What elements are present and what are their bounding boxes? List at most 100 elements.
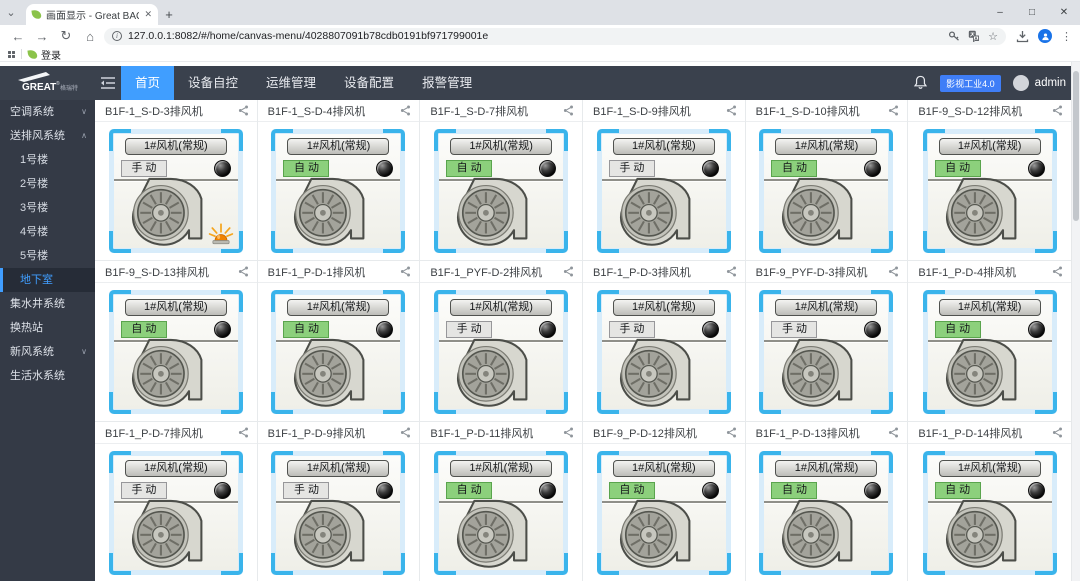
share-icon[interactable] — [1052, 266, 1063, 277]
fan-label-button[interactable]: 1#风机(常规) — [938, 138, 1041, 155]
share-icon[interactable] — [400, 427, 411, 438]
window-close-button[interactable]: ✕ — [1048, 0, 1080, 24]
fan-label-button[interactable]: 1#风机(常规) — [612, 460, 715, 477]
forward-button[interactable]: → — [32, 27, 52, 45]
fan-widget[interactable]: 1#风机(常规) 手动 — [108, 451, 243, 575]
sidebar-item[interactable]: 新风系统 ∨ — [0, 340, 95, 364]
sidebar-item[interactable]: 4号楼 — [0, 220, 95, 244]
share-icon[interactable] — [238, 105, 249, 116]
sidebar-item[interactable]: 2号楼 — [0, 172, 95, 196]
nav-tab-ops-management[interactable]: 运维管理 — [252, 66, 330, 100]
fan-widget[interactable]: 1#风机(常规) 自动 — [596, 451, 731, 575]
share-icon[interactable] — [238, 266, 249, 277]
fan-label-button[interactable]: 1#风机(常规) — [612, 138, 715, 155]
fan-card-header: B1F-1_S-D-4排风机 — [257, 100, 420, 122]
fan-widget[interactable]: 1#风机(常规) 手动 — [108, 129, 243, 253]
share-icon[interactable] — [563, 105, 574, 116]
fan-label-button[interactable]: 1#风机(常规) — [124, 138, 227, 155]
back-button[interactable]: ← — [8, 27, 28, 45]
share-icon[interactable] — [1052, 427, 1063, 438]
fan-label-button[interactable]: 1#风机(常规) — [775, 299, 878, 316]
sidebar-item[interactable]: 空调系统 ∨ — [0, 100, 95, 124]
fan-label-button[interactable]: 1#风机(常规) — [450, 299, 553, 316]
nav-tab-alarm-management[interactable]: 报警管理 — [408, 66, 486, 100]
fan-label-button[interactable]: 1#风机(常规) — [775, 460, 878, 477]
fan-widget[interactable]: 1#风机(常规) 自动 — [759, 451, 894, 575]
notification-bell-icon[interactable] — [913, 75, 928, 91]
fan-widget[interactable]: 1#风机(常规) 手动 — [271, 451, 406, 575]
nav-tab-device-config[interactable]: 设备配置 — [330, 66, 408, 100]
sidebar-item[interactable]: 换热站 — [0, 316, 95, 340]
scrollbar-thumb[interactable] — [1073, 71, 1079, 221]
site-info-icon[interactable]: i — [112, 31, 122, 41]
user-menu[interactable]: admin — [1012, 75, 1066, 91]
address-bar[interactable]: i 127.0.0.1:8082/#/home/canvas-menu/4028… — [104, 27, 1006, 45]
fan-widget[interactable]: 1#风机(常规) 手动 — [434, 290, 569, 414]
apps-grid-icon[interactable] — [8, 50, 15, 58]
menu-fold-icon[interactable] — [95, 66, 121, 100]
fan-card: B1F-9_PYF-D-3排风机 1#风机(常规) 手动 — [745, 261, 909, 422]
share-icon[interactable] — [563, 427, 574, 438]
fan-widget[interactable]: 1#风机(常规) 自动 — [922, 290, 1057, 414]
fan-widget[interactable]: 1#风机(常规) 自动 — [759, 129, 894, 253]
fan-label-button[interactable]: 1#风机(常规) — [287, 299, 390, 316]
share-icon[interactable] — [726, 266, 737, 277]
fan-label-button[interactable]: 1#风机(常规) — [450, 460, 553, 477]
share-icon[interactable] — [726, 427, 737, 438]
download-icon[interactable] — [1016, 30, 1029, 43]
fan-widget[interactable]: 1#风机(常规) 自动 — [271, 129, 406, 253]
fan-label-button[interactable]: 1#风机(常规) — [124, 460, 227, 477]
fan-label-button[interactable]: 1#风机(常规) — [612, 299, 715, 316]
home-button[interactable]: ⌂ — [80, 27, 100, 45]
tab-search-icon[interactable]: ⌄ — [0, 0, 22, 25]
sidebar-item[interactable]: 3号楼 — [0, 196, 95, 220]
sidebar-item[interactable]: 送排风系统 ∧ — [0, 124, 95, 148]
fan-widget[interactable]: 1#风机(常规) 自动 — [922, 129, 1057, 253]
reload-button[interactable]: ↻ — [56, 27, 76, 45]
new-tab-button[interactable]: + — [158, 4, 180, 25]
bookmark-login[interactable]: 登录 — [27, 47, 61, 62]
share-icon[interactable] — [400, 105, 411, 116]
fan-widget[interactable]: 1#风机(常规) 自动 — [108, 290, 243, 414]
share-icon[interactable] — [563, 266, 574, 277]
fan-label-button[interactable]: 1#风机(常规) — [287, 460, 390, 477]
fan-widget[interactable]: 1#风机(常规) 手动 — [596, 290, 731, 414]
sidebar-item[interactable]: 1号楼 — [0, 148, 95, 172]
share-icon[interactable] — [888, 266, 899, 277]
fan-widget[interactable]: 1#风机(常规) 自动 — [434, 129, 569, 253]
share-icon[interactable] — [400, 266, 411, 277]
window-minimize-button[interactable]: – — [984, 0, 1016, 24]
fan-label-button[interactable]: 1#风机(常规) — [775, 138, 878, 155]
fan-widget[interactable]: 1#风机(常规) 自动 — [271, 290, 406, 414]
browser-profile-avatar[interactable] — [1038, 29, 1052, 43]
fan-label-button[interactable]: 1#风机(常规) — [450, 138, 553, 155]
nav-tab-home[interactable]: 首页 — [121, 66, 175, 100]
sidebar-item[interactable]: 地下室 — [0, 268, 95, 292]
share-icon[interactable] — [238, 427, 249, 438]
browser-menu-icon[interactable]: ⋮ — [1061, 30, 1072, 43]
fan-panel: 1#风机(常规) 手动 — [601, 134, 726, 248]
translate-icon[interactable] — [968, 30, 980, 42]
share-icon[interactable] — [888, 427, 899, 438]
sidebar-item[interactable]: 5号楼 — [0, 244, 95, 268]
fan-label-button[interactable]: 1#风机(常规) — [124, 299, 227, 316]
fan-label-button[interactable]: 1#风机(常规) — [287, 138, 390, 155]
password-key-icon[interactable] — [948, 30, 960, 42]
centrifugal-fan-icon — [294, 338, 365, 407]
fan-label-button[interactable]: 1#风机(常规) — [938, 299, 1041, 316]
nav-tab-device-autocontrol[interactable]: 设备自控 — [174, 66, 252, 100]
fan-widget[interactable]: 1#风机(常规) 手动 — [596, 129, 731, 253]
fan-widget[interactable]: 1#风机(常规) 自动 — [434, 451, 569, 575]
tab-close-icon[interactable]: ✕ — [144, 9, 152, 20]
fan-widget[interactable]: 1#风机(常规) 手动 — [759, 290, 894, 414]
sidebar-item[interactable]: 生活水系统 — [0, 364, 95, 388]
share-icon[interactable] — [1052, 105, 1063, 116]
fan-label-button[interactable]: 1#风机(常规) — [938, 460, 1041, 477]
share-icon[interactable] — [888, 105, 899, 116]
browser-tab[interactable]: 画面显示 - Great BAOS ✕ — [26, 4, 158, 25]
sidebar-item[interactable]: 集水井系统 — [0, 292, 95, 316]
fan-widget[interactable]: 1#风机(常规) 自动 — [922, 451, 1057, 575]
window-maximize-button[interactable]: □ — [1016, 0, 1048, 24]
share-icon[interactable] — [726, 105, 737, 116]
bookmark-star-icon[interactable]: ☆ — [988, 30, 998, 43]
